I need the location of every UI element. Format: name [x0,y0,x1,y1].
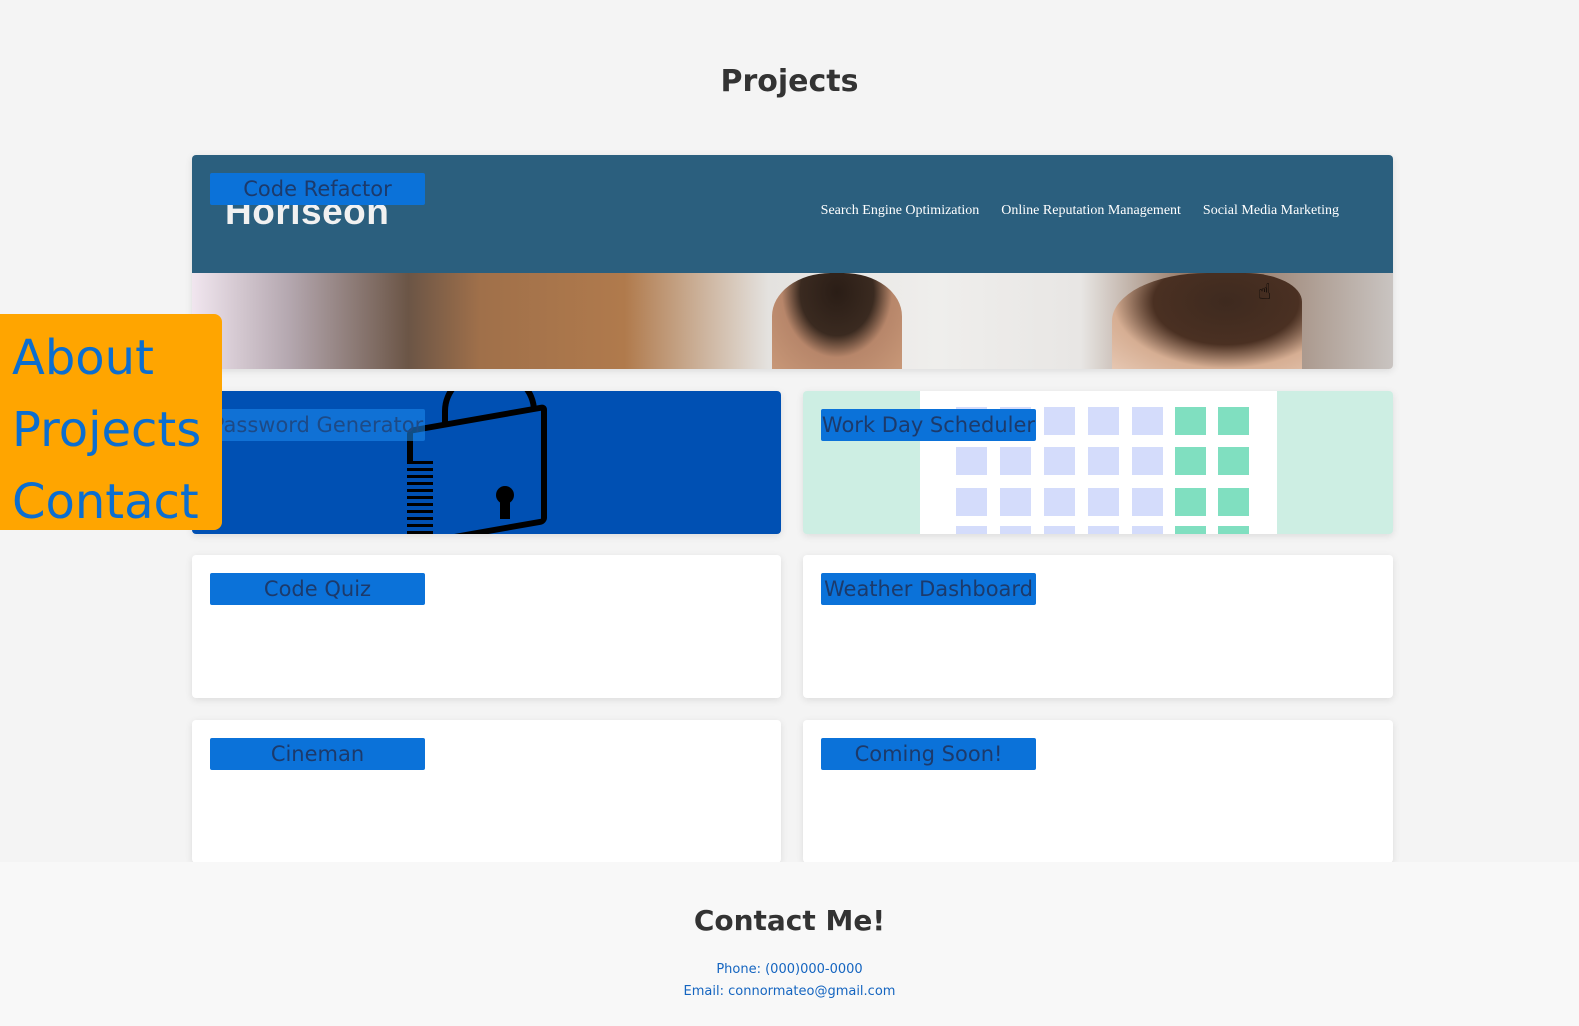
horiseon-nav: Search Engine Optimization Online Reputa… [821,203,1339,219]
project-card-code-refactor[interactable]: Horiseon Search Engine Optimization Onli… [192,155,1393,369]
contact-title: Contact Me! [693,904,886,937]
calendar-cell [1175,526,1206,534]
contact-footer: Contact Me! Phone: (000)000-0000 Email: … [0,862,1579,1026]
calendar-cell [1088,407,1119,435]
calendar-cell [1000,488,1031,516]
horiseon-nav-item: Search Engine Optimization [820,203,980,218]
calendar-cell [1000,526,1031,534]
calendar-cell [1175,407,1206,435]
calendar-cell [1218,526,1249,534]
hand-pointer-icon: ☝ [1258,280,1272,305]
photo-person [772,273,902,369]
side-nav: About Projects Contact [0,314,222,530]
project-card-work-day-scheduler[interactable]: Work Day Scheduler [803,391,1393,534]
calendar-cell [956,447,987,475]
calendar-cell [1175,447,1206,475]
horiseon-nav-item: Online Reputation Management [1001,203,1181,218]
calendar-cell [1132,407,1163,435]
nav-link-contact[interactable]: Contact [12,466,222,538]
project-label-coming-soon[interactable]: Coming Soon! [821,738,1036,770]
calendar-cell [1218,447,1249,475]
calendar-cell [1088,488,1119,516]
calendar-cell [1044,407,1075,435]
project-label-weather-dashboard[interactable]: Weather Dashboard [821,573,1036,605]
project-card-code-quiz[interactable]: Code Quiz [192,555,781,698]
horiseon-preview-photo [192,273,1393,369]
calendar-cell [1088,447,1119,475]
project-card-coming-soon[interactable]: Coming Soon! [803,720,1393,863]
calendar-cell [1218,407,1249,435]
horiseon-nav-item: Social Media Marketing [1202,203,1339,218]
nav-link-about[interactable]: About [12,322,222,394]
calendar-cell [1132,488,1163,516]
calendar-cell [1132,526,1163,534]
photo-person [1112,273,1302,369]
calendar-cell [956,526,987,534]
calendar-cell [956,488,987,516]
project-label-code-quiz[interactable]: Code Quiz [210,573,425,605]
project-label-code-refactor[interactable]: Code Refactor [210,173,425,205]
project-card-password-generator[interactable]: Password Generator [192,391,781,534]
calendar-cell [1044,488,1075,516]
contact-phone[interactable]: Phone: (000)000-0000 [0,962,1579,977]
portfolio-page: Projects Horiseon Search Engine Optimiza… [0,0,1579,1026]
calendar-cell [1218,488,1249,516]
project-label-work-day-scheduler[interactable]: Work Day Scheduler [821,409,1036,441]
contact-email[interactable]: Email: connormateo@gmail.com [0,984,1579,999]
project-card-cineman[interactable]: Cineman [192,720,781,863]
padlock-icon [407,461,433,534]
calendar-cell [1175,488,1206,516]
project-label-password-generator[interactable]: Password Generator [210,409,425,441]
project-label-cineman[interactable]: Cineman [210,738,425,770]
calendar-cell [1044,447,1075,475]
calendar-cell [1000,447,1031,475]
keyhole-icon [500,497,510,519]
calendar-cell [1044,526,1075,534]
section-title: Projects [720,64,859,99]
project-card-weather-dashboard[interactable]: Weather Dashboard [803,555,1393,698]
calendar-cell [1132,447,1163,475]
calendar-cell [1088,526,1119,534]
nav-link-projects[interactable]: Projects [12,394,222,466]
